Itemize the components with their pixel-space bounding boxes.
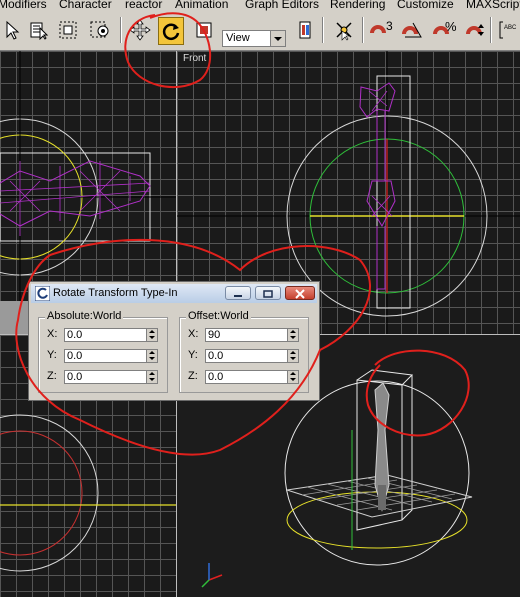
red-annotation-overlay	[15, 12, 470, 456]
annotation-circle-object	[365, 349, 470, 437]
annotation-circle-dialog	[15, 238, 371, 456]
annotation-circle-rotate	[124, 12, 212, 89]
